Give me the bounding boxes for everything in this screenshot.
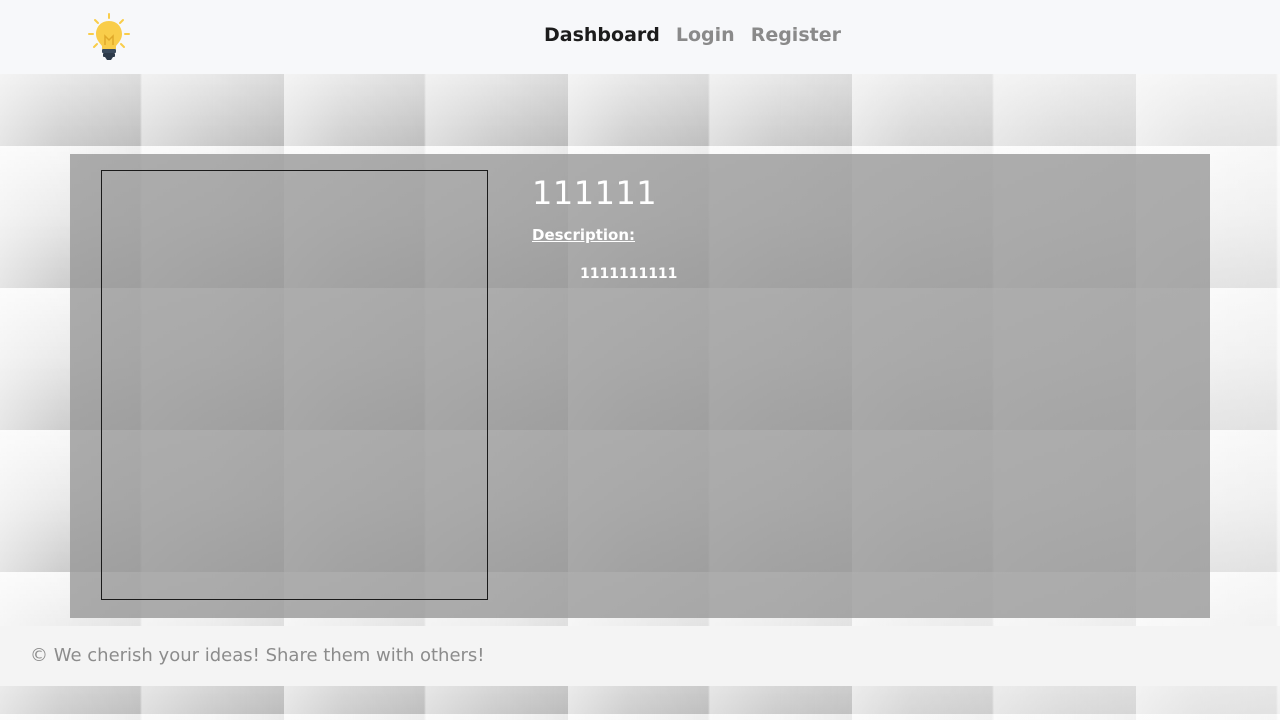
footer-text: © We cherish your ideas! Share them with…	[30, 645, 485, 666]
navbar: Dashboard Login Register	[0, 0, 1280, 74]
idea-card: 111111 Description: 1111111111	[70, 154, 1210, 618]
nav-link-login[interactable]: Login	[676, 24, 735, 46]
description-text: 1111111111	[580, 266, 678, 282]
nav-link-dashboard[interactable]: Dashboard	[544, 24, 660, 46]
idea-image	[101, 170, 488, 600]
nav-link-register[interactable]: Register	[751, 24, 841, 46]
footer: © We cherish your ideas! Share them with…	[0, 626, 1280, 686]
description-label: Description:	[532, 226, 636, 244]
nav-links: Dashboard Login Register	[544, 24, 841, 46]
idea-title: 111111	[532, 174, 658, 212]
lightbulb-icon[interactable]	[86, 12, 132, 62]
